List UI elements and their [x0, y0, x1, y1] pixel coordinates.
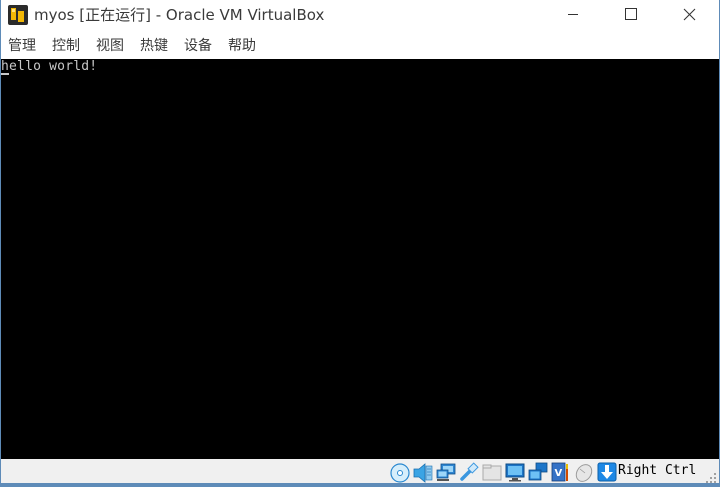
close-button[interactable] — [660, 0, 718, 30]
virtualbox-vm-icon — [8, 5, 28, 25]
usb-icon[interactable] — [458, 461, 480, 483]
title-bar[interactable]: myos [正在运行] - Oracle VM VirtualBox — [1, 0, 719, 31]
optical-drive-icon[interactable] — [389, 461, 411, 483]
status-bar: V Right Ctrl — [1, 459, 719, 483]
menu-control[interactable]: 控制 — [52, 36, 80, 56]
audio-icon[interactable] — [412, 461, 434, 483]
network-icon[interactable] — [435, 461, 457, 483]
window-title: myos [正在运行] - Oracle VM VirtualBox — [34, 6, 325, 24]
console-output-line: hello world! — [1, 59, 98, 74]
menu-manage[interactable]: 管理 — [8, 36, 36, 56]
host-key-label: Right Ctrl — [618, 463, 697, 478]
device-status-icons: V — [389, 461, 619, 483]
text-cursor — [1, 73, 9, 75]
menu-bar: 管理 控制 视图 热键 设备 帮助 — [1, 35, 719, 57]
maximize-button[interactable] — [602, 0, 660, 30]
svg-text:V: V — [555, 468, 563, 479]
shared-folders-icon[interactable] — [481, 461, 503, 483]
mouse-integration-icon[interactable] — [573, 461, 595, 483]
window-bottom-border — [1, 483, 719, 487]
minimize-button[interactable] — [544, 0, 602, 30]
guest-display[interactable]: hello world! — [1, 59, 719, 459]
virtualization-icon[interactable]: V — [550, 461, 572, 483]
menu-hotkeys[interactable]: 热键 — [140, 36, 168, 56]
menu-view[interactable]: 视图 — [96, 36, 124, 56]
video-capture-icon[interactable] — [527, 461, 549, 483]
display-icon[interactable] — [504, 461, 526, 483]
resize-grip-icon[interactable] — [705, 469, 717, 483]
menu-help[interactable]: 帮助 — [228, 36, 256, 56]
virtualbox-window: myos [正在运行] - Oracle VM VirtualBox 管理 控制… — [0, 0, 720, 487]
keyboard-capture-icon[interactable] — [596, 461, 618, 483]
menu-devices[interactable]: 设备 — [184, 36, 212, 56]
